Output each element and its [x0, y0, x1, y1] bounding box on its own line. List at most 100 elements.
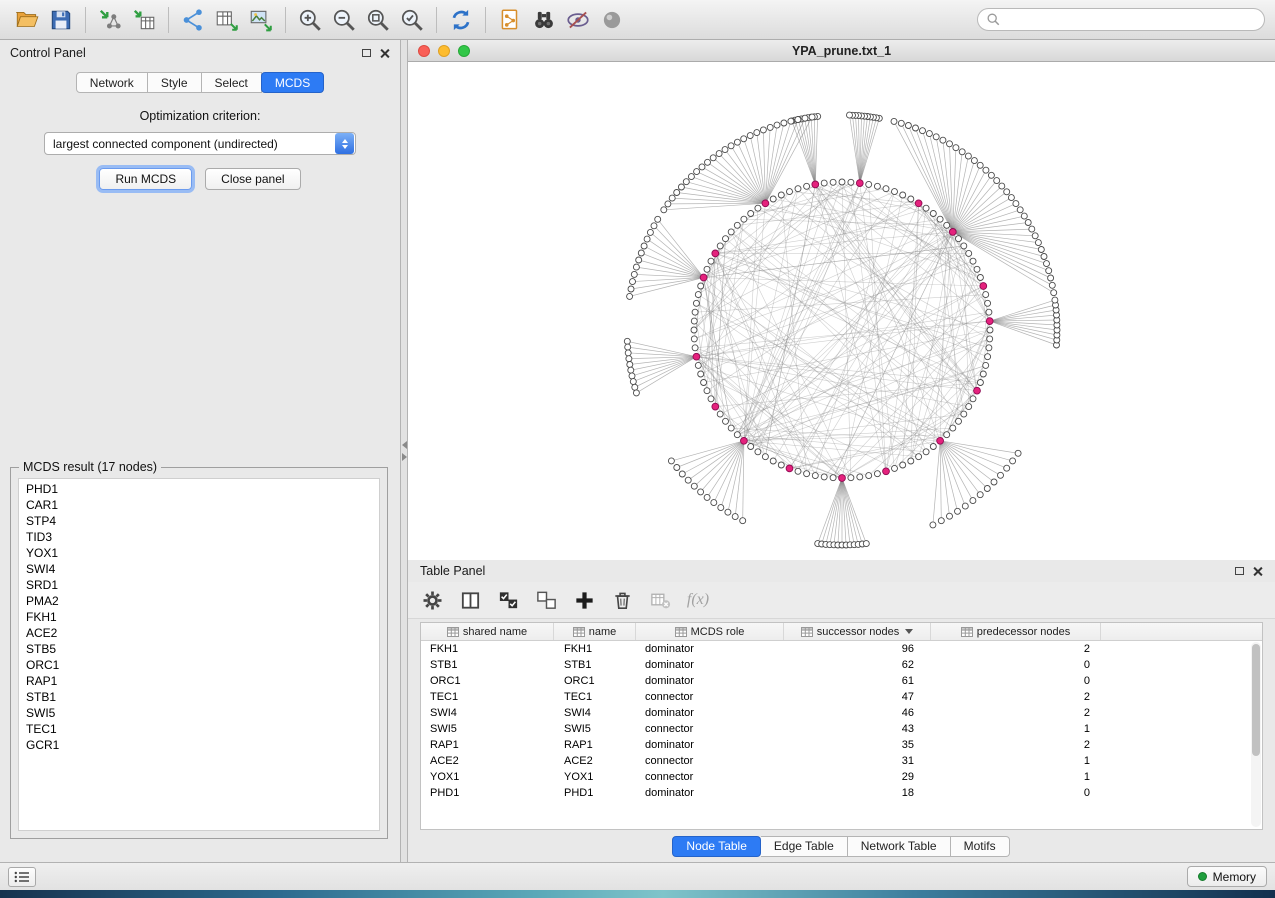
clone-network-button[interactable] — [493, 4, 527, 36]
table-panel-header: Table Panel — [408, 560, 1275, 582]
add-column-button[interactable] — [568, 585, 600, 615]
search-input[interactable] — [1006, 13, 1256, 27]
table-row[interactable]: TEC1TEC1connector472 — [421, 689, 1262, 705]
export-network-button[interactable] — [176, 4, 210, 36]
mcds-result-item[interactable]: TID3 — [19, 529, 379, 545]
column-header-label: MCDS role — [691, 626, 745, 638]
column-header-shared-name[interactable]: shared name — [421, 623, 554, 640]
column-header-successor-nodes[interactable]: successor nodes — [784, 623, 931, 640]
import-table-button[interactable] — [127, 4, 161, 36]
mcds-result-item[interactable]: STB5 — [19, 641, 379, 657]
table-row[interactable]: PHD1PHD1dominator180 — [421, 785, 1262, 801]
table-row[interactable]: SWI5SWI5connector431 — [421, 721, 1262, 737]
desktop-background — [0, 890, 1275, 898]
table-cell: YOX1 — [554, 769, 636, 785]
network-canvas[interactable] — [408, 62, 1275, 560]
panel-splitter[interactable] — [400, 40, 408, 862]
table-cell: 2 — [931, 705, 1101, 721]
mcds-result-item[interactable]: STP4 — [19, 513, 379, 529]
table-row[interactable]: FKH1FKH1dominator962 — [421, 641, 1262, 657]
mcds-result-item[interactable]: CAR1 — [19, 497, 379, 513]
tab-network[interactable]: Network — [76, 72, 148, 93]
close-panel-button[interactable]: Close panel — [205, 168, 300, 190]
columns-icon — [459, 589, 482, 612]
zoom-selected-button[interactable] — [395, 4, 429, 36]
close-window-icon[interactable] — [418, 45, 430, 57]
mcds-result-item[interactable]: YOX1 — [19, 545, 379, 561]
float-panel-icon[interactable] — [362, 49, 371, 57]
table-cell: PHD1 — [554, 785, 636, 801]
mcds-result-item[interactable]: RAP1 — [19, 673, 379, 689]
tab-motifs[interactable]: Motifs — [951, 836, 1010, 857]
mcds-result-item[interactable]: PHD1 — [19, 481, 379, 497]
mcds-result-item[interactable]: ACE2 — [19, 625, 379, 641]
optimization-criterion-dropdown[interactable]: largest connected component (undirected) — [44, 132, 356, 155]
float-table-panel-icon[interactable] — [1235, 567, 1244, 575]
column-header-mcds-role[interactable]: MCDS role — [636, 623, 784, 640]
task-history-button[interactable] — [8, 867, 36, 887]
main-toolbar — [0, 0, 1275, 40]
column-header-predecessor-nodes[interactable]: predecessor nodes — [931, 623, 1101, 640]
show-columns-button[interactable] — [454, 585, 486, 615]
import-network-button[interactable] — [93, 4, 127, 36]
column-header-name[interactable]: name — [554, 623, 636, 640]
run-mcds-button[interactable]: Run MCDS — [99, 168, 192, 190]
table-row[interactable]: RAP1RAP1dominator352 — [421, 737, 1262, 753]
find-button[interactable] — [527, 4, 561, 36]
table-settings-button[interactable] — [416, 585, 448, 615]
deselect-all-button[interactable] — [530, 585, 562, 615]
table-cell: 61 — [784, 673, 931, 689]
mcds-result-item[interactable]: SWI4 — [19, 561, 379, 577]
list-icon — [14, 871, 30, 883]
save-session-button[interactable] — [44, 4, 78, 36]
tab-node-table[interactable]: Node Table — [672, 836, 761, 857]
collapse-right-icon[interactable] — [402, 453, 407, 461]
table-row[interactable]: STB1STB1dominator620 — [421, 657, 1262, 673]
tab-style[interactable]: Style — [148, 72, 202, 93]
zoom-fit-icon — [365, 7, 391, 33]
hide-selected-button[interactable] — [561, 4, 595, 36]
mcds-result-item[interactable]: TEC1 — [19, 721, 379, 737]
table-row[interactable]: YOX1YOX1connector291 — [421, 769, 1262, 785]
tab-network-table[interactable]: Network Table — [848, 836, 951, 857]
mcds-result-item[interactable]: STB1 — [19, 689, 379, 705]
binoculars-icon — [531, 7, 557, 33]
export-table-button[interactable] — [210, 4, 244, 36]
network-window-titlebar[interactable]: YPA_prune.txt_1 — [408, 40, 1275, 62]
import-network-icon — [97, 7, 123, 33]
close-table-panel-icon[interactable] — [1252, 566, 1263, 577]
open-session-button[interactable] — [10, 4, 44, 36]
table-cell: FKH1 — [421, 641, 554, 657]
mcds-result-list[interactable]: PHD1CAR1STP4TID3YOX1SWI4SRD1PMA2FKH1ACE2… — [18, 478, 380, 831]
zoom-out-button[interactable] — [327, 4, 361, 36]
tab-select[interactable]: Select — [202, 72, 262, 93]
mcds-result-item[interactable]: ORC1 — [19, 657, 379, 673]
select-all-button[interactable] — [492, 585, 524, 615]
mcds-result-item[interactable]: SRD1 — [19, 577, 379, 593]
tab-mcds[interactable]: MCDS — [261, 72, 324, 93]
mcds-result-item[interactable]: GCR1 — [19, 737, 379, 753]
refresh-layout-button[interactable] — [444, 4, 478, 36]
delete-column-button[interactable] — [606, 585, 638, 615]
table-row[interactable]: ACE2ACE2connector311 — [421, 753, 1262, 769]
table-row[interactable]: SWI4SWI4dominator462 — [421, 705, 1262, 721]
table-scrollbar[interactable] — [1251, 642, 1261, 827]
zoom-in-button[interactable] — [293, 4, 327, 36]
mcds-result-item[interactable]: FKH1 — [19, 609, 379, 625]
search-box[interactable] — [977, 8, 1265, 31]
toolbar-separator — [85, 7, 86, 33]
zoom-fit-button[interactable] — [361, 4, 395, 36]
mcds-result-item[interactable]: PMA2 — [19, 593, 379, 609]
tab-edge-table[interactable]: Edge Table — [761, 836, 848, 857]
mcds-result-item[interactable]: SWI5 — [19, 705, 379, 721]
minimize-window-icon[interactable] — [438, 45, 450, 57]
maximize-window-icon[interactable] — [458, 45, 470, 57]
memory-button[interactable]: Memory — [1187, 866, 1267, 887]
table-row[interactable]: ORC1ORC1dominator610 — [421, 673, 1262, 689]
export-image-button[interactable] — [244, 4, 278, 36]
search-icon — [986, 12, 1001, 27]
close-panel-icon[interactable] — [379, 48, 390, 59]
table-scrollbar-thumb[interactable] — [1252, 644, 1260, 756]
show-all-button[interactable] — [595, 4, 629, 36]
collapse-left-icon[interactable] — [402, 441, 407, 449]
